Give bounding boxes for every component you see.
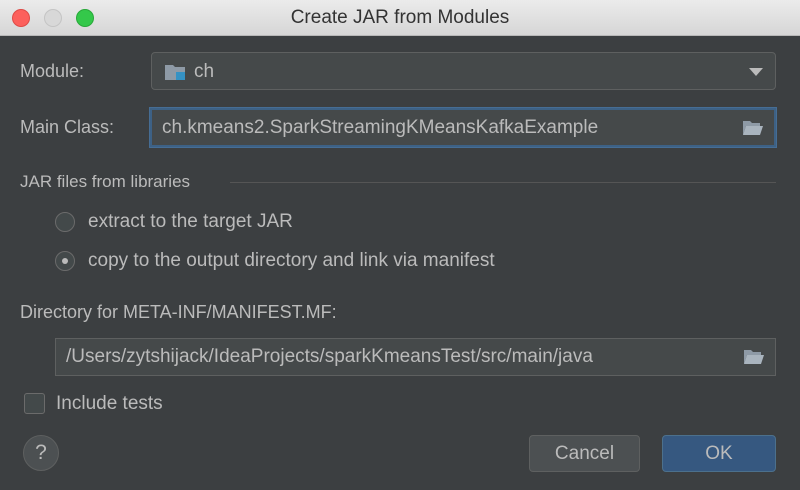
main-class-input[interactable]: ch.kmeans2.SparkStreamingKMeansKafkaExam…: [150, 108, 776, 147]
ok-button[interactable]: OK: [662, 435, 776, 472]
module-label: Module:: [20, 61, 85, 81]
help-button[interactable]: ?: [23, 435, 59, 471]
module-select-value: ch: [194, 61, 215, 82]
copy-radio-label[interactable]: copy to the output directory and link vi…: [88, 250, 495, 272]
manifest-directory-value: /Users/zytshijack/IdeaProjects/sparkKmea…: [66, 346, 593, 367]
module-folder-icon: [165, 65, 185, 80]
cancel-button[interactable]: Cancel: [529, 435, 640, 472]
section-separator: [230, 182, 776, 183]
window-title: Create JAR from Modules: [290, 7, 510, 28]
main-class-value: ch.kmeans2.SparkStreamingKMeansKafkaExam…: [162, 117, 599, 138]
include-tests-checkbox[interactable]: [24, 393, 45, 414]
copy-radio[interactable]: [55, 251, 75, 271]
extract-radio-label[interactable]: extract to the target JAR: [88, 211, 293, 233]
manifest-directory-input[interactable]: /Users/zytshijack/IdeaProjects/sparkKmea…: [55, 338, 776, 376]
manifest-directory-label: Directory for META-INF/MANIFEST.MF:: [20, 302, 337, 322]
create-jar-dialog: Create JAR from Modules Module: ch Main …: [0, 0, 800, 490]
folder-open-icon[interactable]: [742, 120, 764, 136]
jar-section-title: JAR files from libraries: [20, 172, 191, 191]
title-bar: Create JAR from Modules: [0, 0, 800, 36]
module-select[interactable]: ch: [151, 52, 776, 90]
extract-radio[interactable]: [55, 212, 75, 232]
include-tests-label[interactable]: Include tests: [56, 393, 163, 415]
folder-open-icon[interactable]: [743, 349, 765, 365]
main-class-label: Main Class:: [20, 117, 115, 137]
chevron-down-icon[interactable]: [749, 68, 763, 76]
